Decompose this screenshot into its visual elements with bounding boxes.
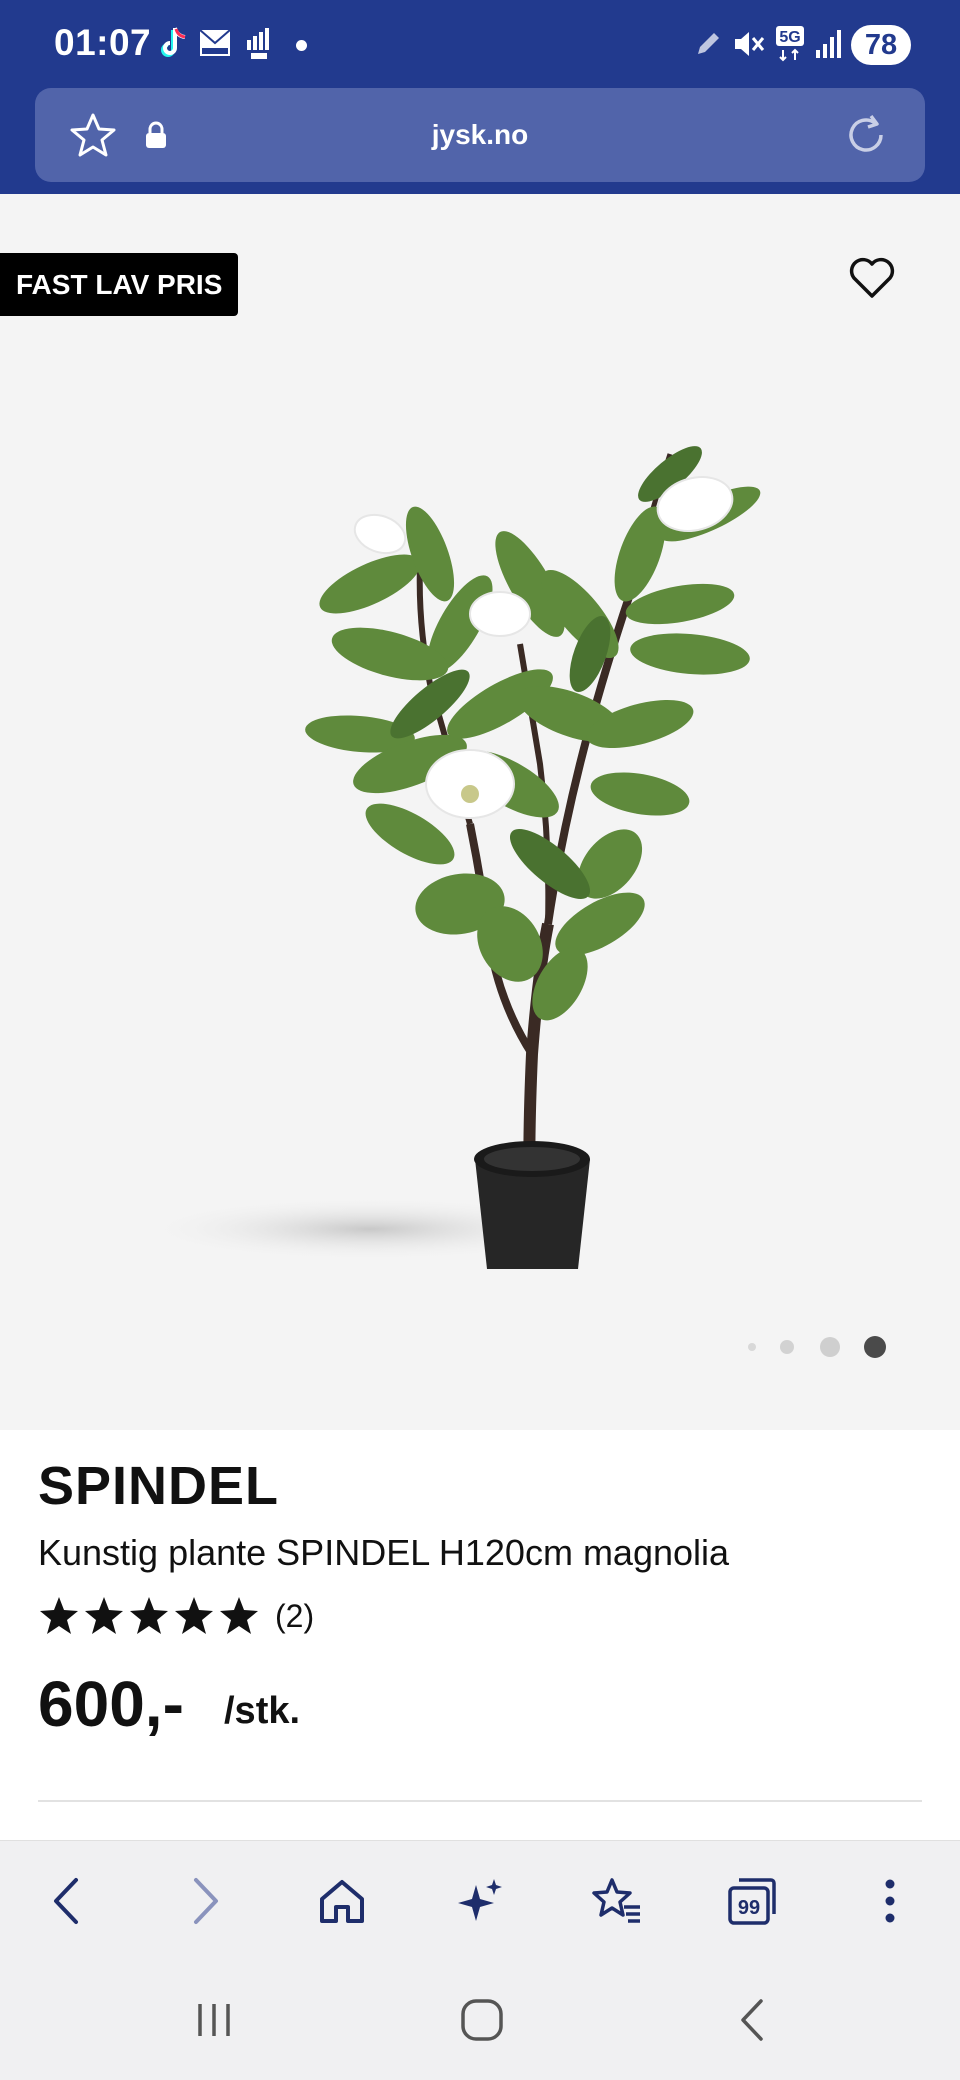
status-bar: 01:07 5G 78 — [0, 0, 960, 88]
notification-dot — [296, 40, 307, 51]
review-count[interactable]: (2) — [275, 1598, 314, 1635]
tabs-button[interactable]: 99 — [722, 1871, 782, 1931]
price-badge: FAST LAV PRIS — [0, 253, 239, 316]
pen-icon — [698, 33, 719, 54]
url-bar[interactable]: jysk.no — [35, 88, 925, 182]
browser-toolbar: 99 — [0, 1840, 960, 1960]
gallery-dot-3[interactable] — [820, 1337, 840, 1357]
more-icon — [885, 1879, 895, 1923]
top-bar: 01:07 5G 78 jysk.no — [0, 0, 960, 194]
kitchen-app-icon — [199, 29, 231, 56]
forward-button[interactable] — [176, 1871, 236, 1931]
rating-stars[interactable]: (2) — [38, 1594, 314, 1638]
product-brand: SPINDEL — [38, 1456, 280, 1516]
sparkle-icon — [458, 1879, 502, 1921]
tabs-icon: 99 — [728, 1878, 776, 1925]
price-unit: /stk. — [224, 1690, 301, 1732]
reload-icon[interactable] — [841, 110, 891, 160]
svg-text:5G: 5G — [779, 29, 800, 46]
tabs-count: 99 — [738, 1897, 760, 1919]
product-title: Kunstig plante SPINDEL H120cm magnolia — [38, 1532, 730, 1573]
back-system-icon — [741, 1999, 763, 2041]
star-icon — [130, 1597, 168, 1634]
bookmarks-icon — [592, 1878, 640, 1923]
battery-indicator: 78 — [851, 25, 911, 65]
status-time: 01:07 — [54, 22, 152, 63]
star-icon — [220, 1597, 258, 1634]
url-text[interactable]: jysk.no — [35, 88, 925, 182]
product-image-plant — [140, 446, 761, 1269]
product-gallery[interactable]: FAST LAV PRIS — [0, 194, 960, 1430]
gallery-dot-2[interactable] — [780, 1340, 794, 1354]
star-icon — [85, 1597, 123, 1634]
gallery-dot-4-active[interactable] — [864, 1336, 886, 1358]
forward-icon — [194, 1878, 218, 1924]
5g-icon: 5G — [776, 26, 804, 62]
home-circle-icon — [461, 1999, 503, 2041]
more-button[interactable] — [860, 1871, 920, 1931]
system-navigation-bar — [0, 1960, 960, 2080]
favorite-heart-icon[interactable] — [848, 256, 896, 300]
back-system-button[interactable] — [722, 1990, 782, 2050]
signal-app-icon — [247, 28, 269, 59]
mute-icon — [735, 32, 765, 56]
gallery-dot-1[interactable] — [748, 1343, 756, 1351]
star-icon — [40, 1597, 78, 1634]
bookmarks-button[interactable] — [586, 1871, 646, 1931]
home-button[interactable] — [312, 1871, 372, 1931]
tiktok-icon — [161, 27, 186, 57]
recents-icon — [198, 2004, 230, 2036]
divider — [38, 1800, 922, 1802]
back-icon — [54, 1878, 78, 1924]
recents-button[interactable] — [184, 1990, 244, 2050]
star-icon — [175, 1597, 213, 1634]
signal-strength-icon — [816, 30, 841, 58]
back-button[interactable] — [36, 1871, 96, 1931]
home-icon — [320, 1880, 364, 1923]
product-price: 600,- — [38, 1668, 184, 1740]
home-system-button[interactable] — [452, 1990, 512, 2050]
ai-assist-button[interactable] — [450, 1871, 510, 1931]
